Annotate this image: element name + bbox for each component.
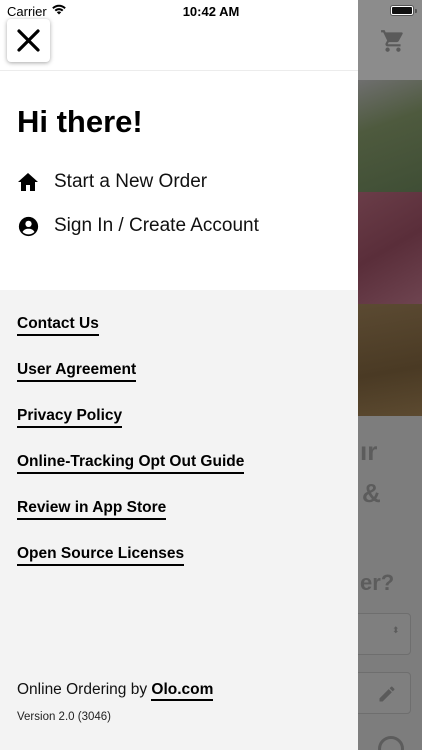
start-new-order-label: Start a New Order (54, 171, 208, 192)
greeting-title: Hi there! (17, 104, 143, 139)
sign-in-label: Sign In / Create Account (54, 215, 259, 236)
status-bar: Carrier 10:42 AM (0, 0, 422, 22)
background-text: ır (360, 436, 378, 466)
close-button[interactable] (7, 19, 50, 62)
start-new-order-item[interactable]: Start a New Order (17, 168, 207, 196)
background-image (358, 80, 422, 192)
version-label: Version 2.0 (3046) (17, 711, 111, 723)
background-select (350, 613, 411, 655)
account-circle-icon (17, 215, 39, 237)
select-arrows-icon: ⬍ (392, 625, 400, 635)
online-ordering-credit: Online Ordering by Olo.com (17, 681, 214, 701)
divider (0, 70, 358, 71)
battery-icon (390, 5, 417, 16)
review-app-store-link[interactable]: Review in App Store (17, 499, 167, 520)
opt-out-guide-link[interactable]: Online-Tracking Opt Out Guide (17, 453, 245, 474)
olo-link[interactable]: Olo.com (151, 681, 214, 701)
drawer-header-section (0, 0, 358, 290)
user-agreement-link[interactable]: User Agreement (17, 361, 137, 382)
status-time: 10:42 AM (182, 4, 240, 19)
close-icon (17, 29, 40, 52)
pencil-icon (379, 686, 395, 702)
background-text: & (362, 478, 381, 508)
privacy-policy-link[interactable]: Privacy Policy (17, 407, 123, 428)
cart-icon[interactable] (380, 28, 406, 54)
sign-in-item[interactable]: Sign In / Create Account (17, 212, 259, 240)
credit-prefix: Online Ordering by (17, 681, 152, 698)
side-drawer: Hi there! Start a New Order Sign In / Cr… (0, 0, 358, 750)
home-icon (17, 171, 39, 193)
background-edit-field (350, 672, 411, 714)
contact-us-link[interactable]: Contact Us (17, 315, 99, 336)
background-image (358, 192, 422, 304)
background-image (358, 304, 422, 416)
background-text: er? (360, 570, 395, 595)
open-source-licenses-link[interactable]: Open Source Licenses (17, 545, 185, 566)
